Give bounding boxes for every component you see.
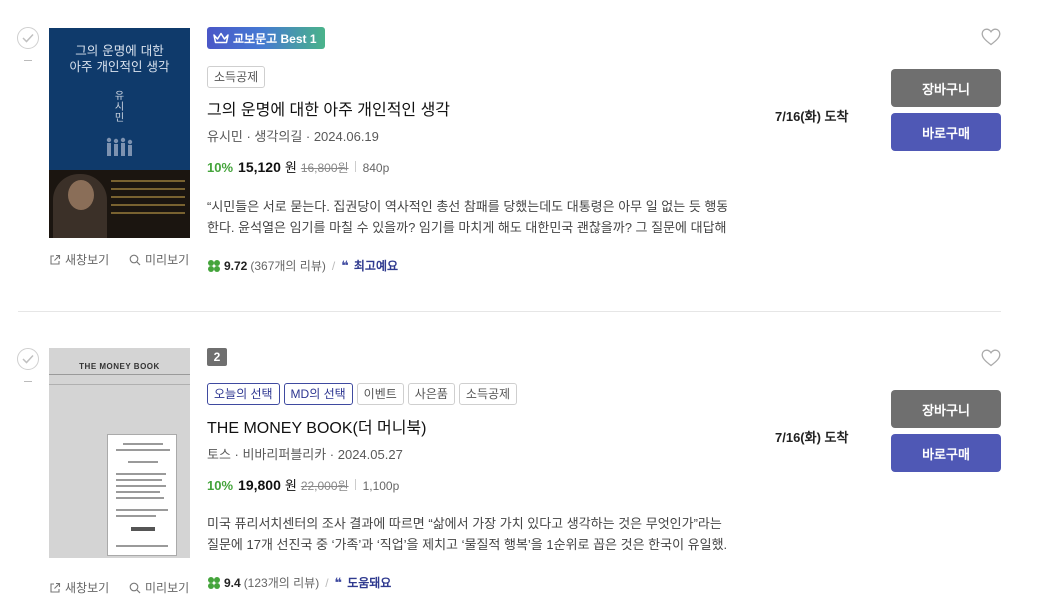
original-price: 22,000원 — [300, 479, 349, 493]
book-title[interactable]: 그의 운명에 대한 아주 개인적인 생각 — [207, 96, 450, 120]
crown-icon — [213, 32, 229, 44]
book-cover[interactable]: THE MONEY BOOK — [49, 348, 190, 558]
book-description: “시민들은 서로 묻는다. 집권당이 역사적인 총선 참패를 당했는데도 대통령… — [207, 199, 727, 235]
product-item: 그의 운명에 대한 아주 개인적인 생각 유 시 민 새창보기 미리보기 교보문… — [0, 0, 1046, 312]
tag-list: 오늘의 선택 MD의 선택 이벤트 사은품 소득공제 — [207, 383, 518, 405]
clover-icon — [208, 576, 220, 589]
delivery-date: 7/16(화) 도착 — [775, 109, 849, 124]
preview-button[interactable]: 미리보기 — [129, 579, 189, 596]
quote-icon: ❝ — [334, 574, 343, 590]
tag-event[interactable]: 이벤트 — [356, 383, 404, 405]
buy-now-button[interactable]: 바로구매 — [891, 113, 1001, 151]
cover-author: 유 시 민 — [114, 91, 125, 124]
rank-badge: 2 — [207, 348, 227, 366]
discount-rate: 10% — [207, 478, 234, 493]
separator: / — [331, 258, 336, 273]
price-row: 10% 15,120 원 16,800원 840p — [207, 157, 389, 176]
tag-list: 소득공제 — [207, 66, 266, 88]
add-to-cart-button[interactable]: 장바구니 — [891, 390, 1001, 428]
new-window-button[interactable]: 새창보기 — [49, 251, 109, 268]
add-to-cart-button[interactable]: 장바구니 — [891, 69, 1001, 107]
separator — [354, 479, 356, 490]
tag-income-deduction: 소득공제 — [207, 66, 266, 88]
separator: / — [325, 575, 329, 590]
cover-title: THE MONEY BOOK — [79, 362, 160, 371]
page-count: 1,100p — [362, 479, 400, 493]
book-meta: 토스 · 비바리퍼블리카 · 2024.05.27 — [207, 447, 403, 462]
new-window-button[interactable]: 새창보기 — [49, 579, 109, 596]
review-count: (123개의 리뷰) — [243, 576, 320, 590]
rating-score: 9.72 — [224, 258, 248, 273]
book-title[interactable]: THE MONEY BOOK(더 머니북) — [207, 414, 427, 438]
original-price: 16,800원 — [300, 161, 349, 175]
tag-todays-pick[interactable]: 오늘의 선택 — [207, 383, 280, 405]
tag-md-pick[interactable]: MD의 선택 — [283, 383, 353, 405]
discount-rate: 10% — [207, 160, 234, 175]
author-photo — [53, 174, 107, 238]
sale-price: 19,800 — [238, 477, 281, 493]
external-link-icon — [50, 582, 61, 593]
external-link-icon — [50, 254, 61, 265]
cover-title-line2: 아주 개인적인 생각 — [69, 59, 170, 74]
page-count: 840p — [362, 161, 390, 175]
tag-gift[interactable]: 사은품 — [407, 383, 455, 405]
rating-score: 9.4 — [224, 575, 241, 590]
tag-income-deduction: 소득공제 — [458, 383, 518, 405]
product-item: THE MONEY BOOK 새창보기 미리보기 2 오늘의 선택 MD의 선택… — [0, 320, 1046, 609]
sale-price: 15,120 — [238, 159, 281, 175]
heart-icon[interactable] — [981, 28, 1001, 46]
review-summary[interactable]: 9.72 (367개의 리뷰) / ❝ 최고예요 — [207, 257, 398, 274]
separator — [354, 161, 356, 172]
buy-now-button[interactable]: 바로구매 — [891, 434, 1001, 472]
review-count: (367개의 리뷰) — [250, 259, 326, 273]
divider-dash — [24, 60, 32, 61]
search-icon — [129, 254, 141, 265]
review-summary[interactable]: 9.4 (123개의 리뷰) / ❝ 도움돼요 — [207, 574, 391, 591]
book-meta: 유시민 · 생각의길 · 2024.06.19 — [207, 129, 379, 144]
quote-icon: ❝ — [341, 257, 349, 273]
item-divider — [18, 311, 1001, 312]
select-checkbox[interactable] — [17, 348, 39, 370]
check-icon — [22, 33, 34, 43]
book-description: 미국 퓨리서치센터의 조사 결과에 따르면 “삶에서 가장 가치 있다고 생각하… — [207, 516, 727, 552]
cover-title-line1: 그의 운명에 대한 — [75, 43, 164, 58]
currency-unit: 원 — [284, 160, 297, 175]
bestseller-badge: 교보문고 Best 1 — [207, 27, 325, 49]
check-icon — [22, 354, 34, 364]
cover-paper-illustration — [107, 434, 177, 556]
divider-dash — [24, 381, 32, 382]
select-checkbox[interactable] — [17, 27, 39, 49]
review-keyword: 도움돼요 — [347, 576, 392, 590]
currency-unit: 원 — [284, 478, 297, 493]
book-cover[interactable]: 그의 운명에 대한 아주 개인적인 생각 유 시 민 — [49, 28, 190, 238]
preview-button[interactable]: 미리보기 — [129, 251, 189, 268]
cover-photo-band — [49, 170, 190, 238]
review-keyword: 최고예요 — [353, 259, 399, 273]
figures-illustration — [106, 137, 133, 156]
delivery-date: 7/16(화) 도착 — [775, 430, 849, 445]
clover-icon — [208, 259, 220, 272]
heart-icon[interactable] — [981, 349, 1001, 367]
price-row: 10% 19,800 원 22,000원 1,100p — [207, 475, 399, 494]
search-icon — [129, 582, 141, 593]
